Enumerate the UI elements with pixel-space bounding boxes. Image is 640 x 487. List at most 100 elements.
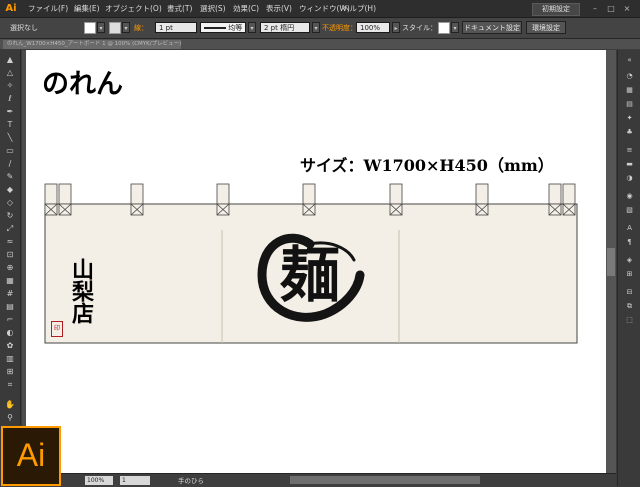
document-settings-button[interactable]: ドキュメント設定 [462,21,522,34]
hand-icon[interactable]: ✋ [4,400,16,410]
uniform-profile[interactable]: 均等 [200,22,246,33]
preferences-button[interactable]: 環境設定 [526,21,566,34]
minimize-icon[interactable]: – [588,3,602,14]
blob-brush-icon[interactable]: ◆ [4,185,16,195]
gradient-icon[interactable]: ▤ [4,302,16,312]
rotate-icon[interactable]: ↻ [4,211,16,221]
menu-object[interactable]: オブジェクト(O) [105,3,162,15]
perspective-icon[interactable]: ▦ [4,276,16,286]
type-icon[interactable]: T [4,120,16,130]
rectangle-icon[interactable]: ▭ [4,146,16,156]
mesh-icon[interactable]: # [4,289,16,299]
noodle-logo: 麺 [280,241,340,311]
menu-effect[interactable]: 効果(C) [233,3,259,15]
artwork-title: のれん [42,69,123,100]
symbols-icon[interactable]: ♣ [624,128,635,137]
graphic-styles-icon[interactable]: ▧ [624,206,635,215]
brushes-icon[interactable]: ✦ [624,114,635,123]
menu-file[interactable]: ファイル(F) [28,3,68,15]
hanging-tab [475,183,489,205]
transparency-icon[interactable]: ◑ [624,174,635,183]
hanging-tab [302,183,316,205]
fill-swatch[interactable] [84,22,96,34]
zoom-icon[interactable]: ⚲ [4,413,16,423]
menu-edit[interactable]: 編集(E) [74,3,100,15]
stroke-dropdown-icon[interactable]: ▾ [122,22,130,33]
lasso-icon[interactable]: ℓ [4,94,16,104]
menu-bar: Ai ファイル(F) 編集(E) オブジェクト(O) 書式(T) 選択(S) 効… [0,0,640,18]
gradient-panel-icon[interactable]: ▬ [624,160,635,169]
brush-dropdown-icon[interactable]: ▾ [312,22,320,33]
brush-field[interactable]: 2 pt 楕円 [260,22,310,33]
artboard-icon[interactable]: ⊞ [4,367,16,377]
current-tool-status: 手のひら [178,477,204,485]
width-icon[interactable]: ≈ [4,237,16,247]
line-icon[interactable]: ╲ [4,133,16,143]
appearance-icon[interactable]: ◉ [624,192,635,201]
stroke-label[interactable]: 線： [134,23,148,33]
document-tab-bar: のれん_W1700×H450_アートボード 1 @ 100% (CMYK/プレビ… [0,39,640,49]
workspace-switcher[interactable]: 初期設定 [532,3,580,16]
scale-icon[interactable]: ⤢ [4,224,16,234]
graph-icon[interactable]: ▥ [4,354,16,364]
pencil-icon[interactable]: ✎ [4,172,16,182]
transform-icon[interactable]: ⬚ [624,316,635,325]
shape-builder-icon[interactable]: ⊕ [4,263,16,273]
hanging-tab [389,183,403,205]
hanging-tab [548,183,562,205]
paragraph-icon[interactable]: ¶ [624,238,635,247]
artboard-number-field[interactable]: 1 [120,476,150,485]
stroke-swatch[interactable] [109,22,121,34]
horizontal-scroll-thumb[interactable] [290,476,480,484]
style-label: スタイル： [402,24,437,32]
opacity-dropdown-icon[interactable]: ▸ [392,22,400,33]
align-icon[interactable]: ⊟ [624,288,635,297]
character-icon[interactable]: A [624,224,635,233]
hanging-tab [216,183,230,205]
blend-icon[interactable]: ◐ [4,328,16,338]
close-icon[interactable]: × [620,3,634,14]
layers-icon[interactable]: ◈ [624,256,635,265]
opacity-field[interactable]: 100% [356,22,390,33]
menu-select[interactable]: 選択(S) [200,3,226,15]
stroke-panel-icon[interactable]: ≡ [624,146,635,155]
pathfinder-icon[interactable]: ⧉ [624,302,635,311]
color-icon[interactable]: ◔ [624,72,635,81]
panel-collapse-icon[interactable]: « [624,56,635,65]
menu-view[interactable]: 表示(V) [266,3,292,15]
zoom-field[interactable]: 100% [85,476,113,485]
panel-dock: « ◔ ▦ ▤ ✦ ♣ ≡ ▬ ◑ ◉ ▧ A ¶ ◈ ⊞ ⊟ ⧉ ⬚ [617,50,640,486]
document-tab[interactable]: のれん_W1700×H450_アートボード 1 @ 100% (CMYK/プレビ… [3,40,181,49]
symbol-sprayer-icon[interactable]: ✿ [4,341,16,351]
magic-wand-icon[interactable]: ✧ [4,81,16,91]
menu-help[interactable]: ヘルプ(H) [342,3,376,15]
style-dropdown-icon[interactable]: ▾ [451,22,459,33]
hanging-tab [58,183,72,205]
style-swatch[interactable] [438,22,450,34]
control-bar: 選択なし ▾ ▾ 線： 1 pt 均等 ▾ 2 pt 楕円 ▾ 不透明度： 10… [0,18,640,39]
stroke-weight-field[interactable]: 1 pt [155,22,197,33]
swatches-icon[interactable]: ▤ [624,100,635,109]
profile-dropdown-icon[interactable]: ▾ [248,22,256,33]
eraser-icon[interactable]: ◇ [4,198,16,208]
menu-type[interactable]: 書式(T) [167,3,192,15]
shop-name: 山梨店 [68,258,94,324]
paintbrush-icon[interactable]: ∕ [4,159,16,169]
color-guide-icon[interactable]: ▦ [624,86,635,95]
pen-icon[interactable]: ✒ [4,107,16,117]
slice-icon[interactable]: ⌗ [4,380,16,390]
illustrator-logo-icon: Ai [1,426,61,486]
free-transform-icon[interactable]: ⊡ [4,250,16,260]
fill-dropdown-icon[interactable]: ▾ [97,22,105,33]
hanging-tab [44,183,58,205]
tools-panel: ▲ △ ✧ ℓ ✒ T ╲ ▭ ∕ ✎ ◆ ◇ ↻ ⤢ ≈ ⊡ ⊕ ▦ # ▤ … [0,50,21,425]
selection-status: 選択なし [10,24,38,32]
vertical-scroll-thumb[interactable] [607,248,615,276]
maximize-icon[interactable]: □ [604,3,618,14]
selection-icon[interactable]: ▲ [4,55,16,65]
opacity-label[interactable]: 不透明度： [322,23,357,33]
artboards-panel-icon[interactable]: ⊞ [624,270,635,279]
direct-selection-icon[interactable]: △ [4,68,16,78]
uniform-label: 均等 [228,24,243,32]
eyedropper-icon[interactable]: ⌐ [4,315,16,325]
